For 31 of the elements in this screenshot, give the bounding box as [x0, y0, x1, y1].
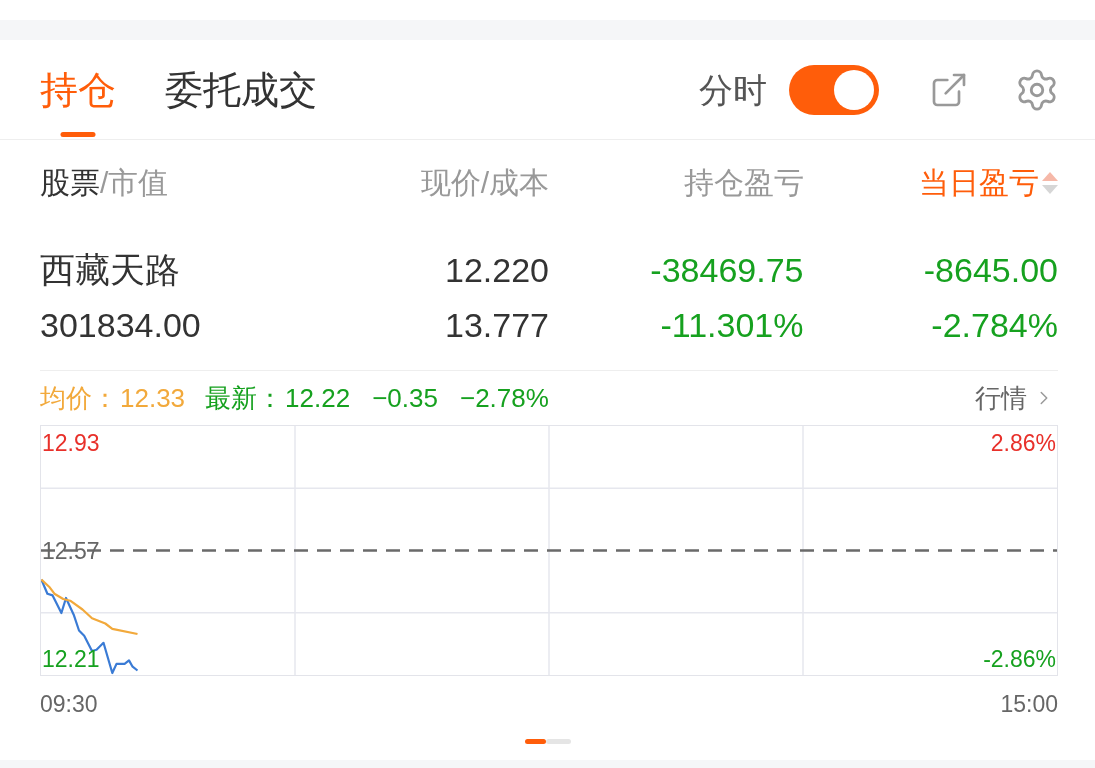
price-change: −0.35 — [372, 385, 438, 411]
toggle-label: 分时 — [699, 72, 767, 107]
quote-link[interactable]: 行情 — [975, 385, 1027, 411]
cost-price: 13.777 — [444, 305, 549, 345]
toggle-switch[interactable] — [789, 64, 879, 115]
price-axis-label: 12.21 — [42, 648, 100, 671]
position-pnl-percent: -11.301% — [659, 305, 804, 345]
average-price-label: 均价： — [40, 385, 118, 411]
tab[interactable]: 委托成交 — [165, 40, 317, 139]
day-pnl-percent: -2.784% — [930, 305, 1058, 345]
sort-icon — [1042, 171, 1058, 194]
column-header[interactable]: /市值 — [100, 167, 169, 198]
column-header[interactable]: 持仓盈亏 — [683, 167, 804, 198]
time-axis-label: 15:00 — [1000, 693, 1058, 716]
current-price: 12.220 — [444, 250, 549, 290]
price-axis-label: 12.93 — [42, 432, 100, 455]
average-price: 12.33 — [120, 385, 186, 411]
percent-axis-label: -2.86% — [983, 648, 1056, 671]
latest-price: 12.22 — [285, 385, 351, 411]
column-header[interactable]: 现价/成本 — [420, 167, 549, 198]
tab[interactable]: 持仓 — [40, 40, 116, 139]
column-header[interactable]: 股票 — [40, 167, 100, 198]
column-header[interactable]: 当日盈亏 — [919, 167, 1039, 198]
time-axis-label: 09:30 — [40, 693, 98, 716]
percent-axis-label: 2.86% — [990, 432, 1056, 455]
stock-name: 西藏天路 — [40, 250, 181, 290]
market-value: 301834.00 — [40, 305, 202, 345]
day-pnl: -8645.00 — [922, 250, 1058, 290]
position-pnl: -38469.75 — [649, 250, 804, 290]
price-change-percent: −2.78% — [459, 385, 549, 411]
latest-price-label: 最新： — [205, 385, 284, 411]
